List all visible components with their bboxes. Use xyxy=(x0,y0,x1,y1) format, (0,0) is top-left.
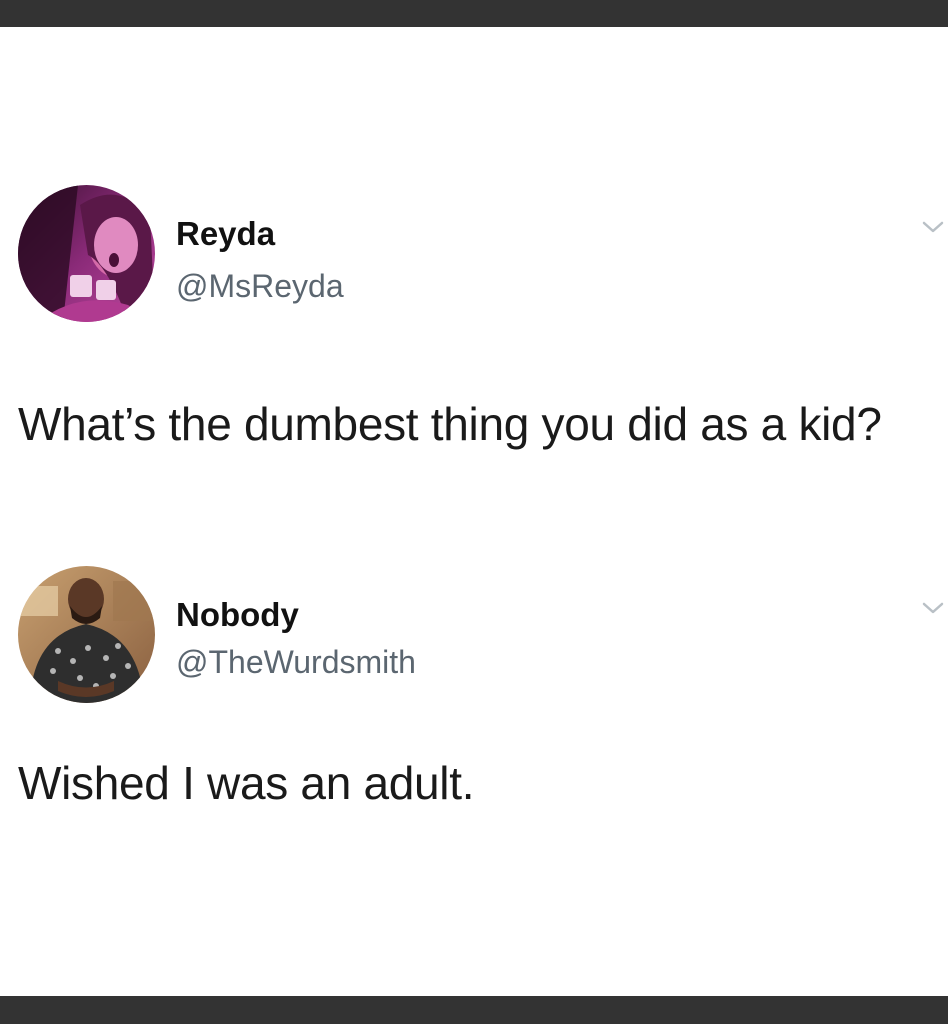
chevron-down-icon[interactable] xyxy=(920,596,948,626)
tweet-text: Wished I was an adult. xyxy=(18,757,475,809)
user-handle[interactable]: @TheWurdsmith xyxy=(176,646,416,678)
display-name[interactable]: Nobody xyxy=(176,598,299,631)
tweet-text: What’s the dumbest thing you did as a ki… xyxy=(18,398,882,450)
top-frame-bar xyxy=(0,0,948,27)
bottom-frame-bar xyxy=(0,996,948,1024)
profile-photo-man-portrait xyxy=(18,566,155,703)
avatar[interactable] xyxy=(18,566,155,703)
user-handle[interactable]: @MsReyda xyxy=(176,270,344,302)
display-name[interactable]: Reyda xyxy=(176,217,275,250)
profile-photo-pink-portrait xyxy=(18,185,155,322)
chevron-down-icon[interactable] xyxy=(920,215,948,245)
avatar[interactable] xyxy=(18,185,155,322)
